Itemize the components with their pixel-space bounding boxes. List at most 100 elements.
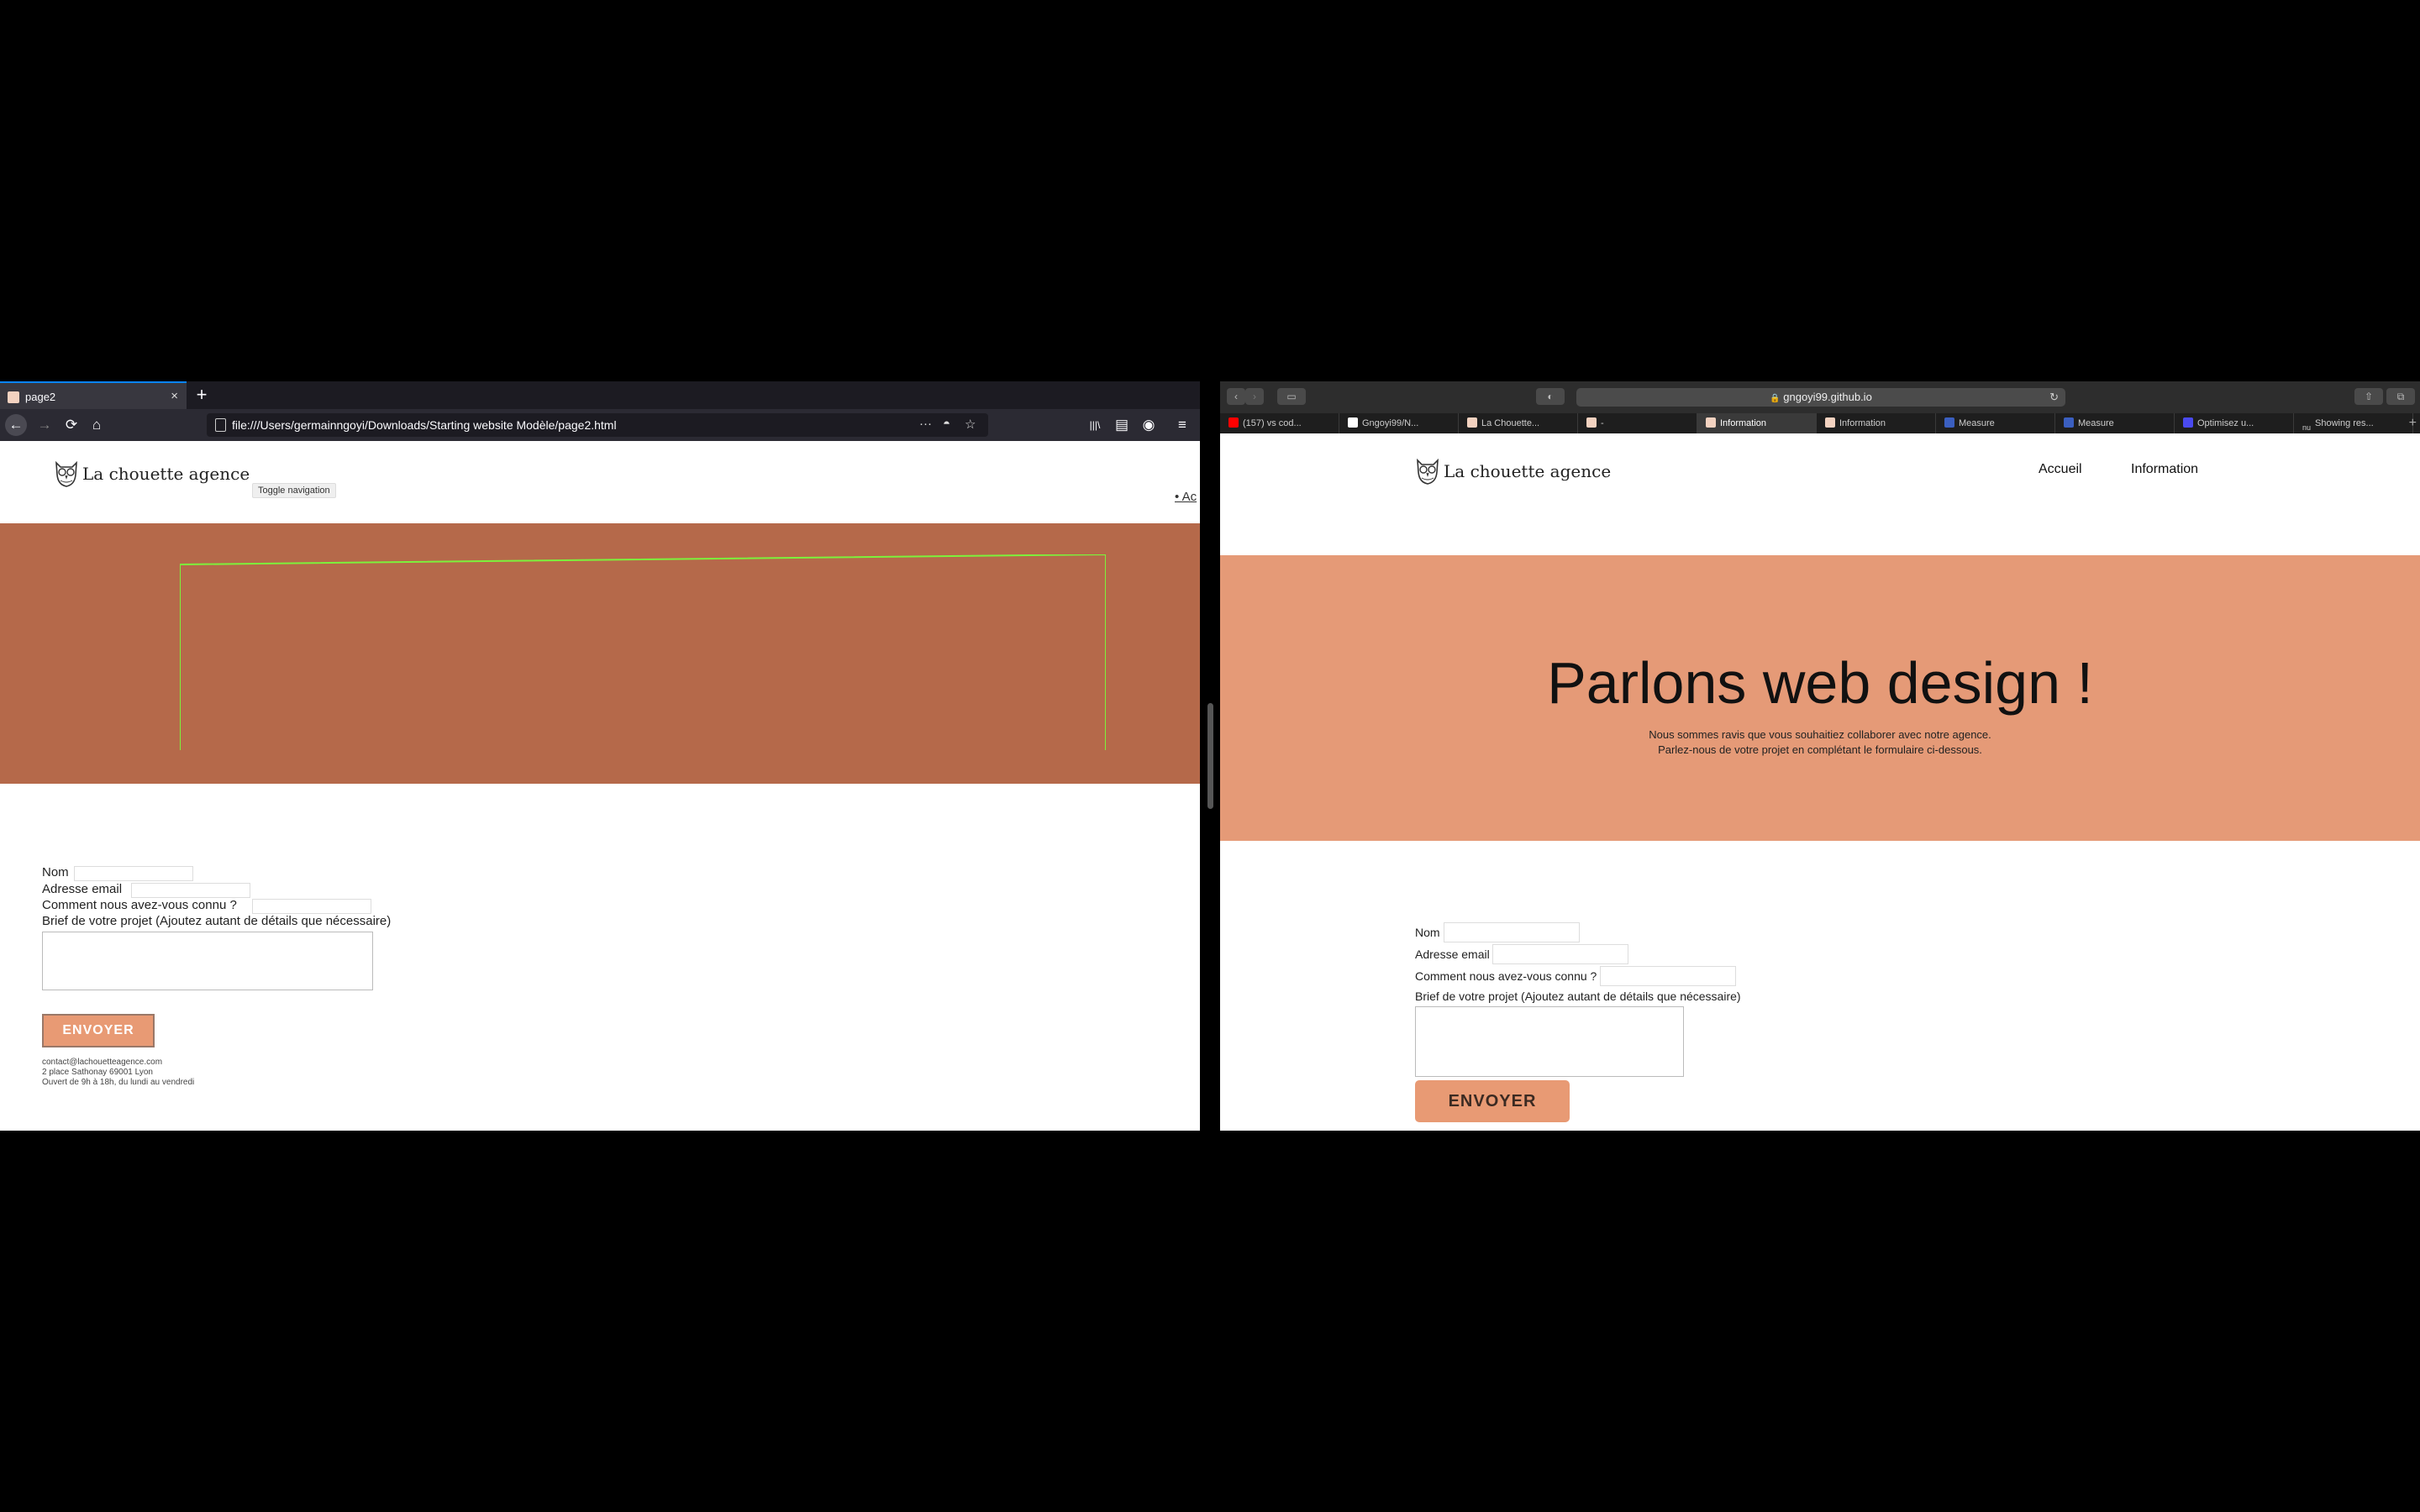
forward-button[interactable]: → [34, 414, 55, 436]
menu-icon[interactable]: ≡ [1171, 414, 1193, 436]
safari-toolbar: ‹ › ▭ ◐ 🔒 gngoyi99.github.io ↻ ⇧ ⧉ [1220, 381, 2420, 413]
safari-tab[interactable]: - [1578, 413, 1697, 433]
page-content: La chouette agence Accueil Information P… [1220, 433, 2420, 1131]
tab-label: Measure [1959, 418, 1995, 428]
brief-textarea[interactable] [1415, 1006, 1684, 1077]
nav-toolbar: ← → ⟳ ⌂ file:///Users/germainngoyi/Downl… [0, 409, 1200, 441]
email-label: Adresse email [1415, 948, 1490, 961]
name-input[interactable] [74, 866, 193, 881]
hero-section: Parlons web design ! Nous sommes ravis q… [1220, 555, 2420, 841]
tab-label: Gngoyi99/N... [1362, 418, 1419, 428]
tab-favicon-icon [2183, 417, 2193, 428]
tab-favicon-icon [1825, 417, 1835, 428]
selection-outline [180, 554, 1106, 750]
new-tab-button[interactable]: + [192, 384, 212, 406]
more-icon[interactable]: ··· [919, 417, 932, 431]
tab-favicon-icon [8, 391, 19, 403]
account-icon[interactable]: ◉ [1138, 414, 1160, 436]
footer-email[interactable]: contact@lachouetteagence.com [42, 1058, 194, 1068]
tab-label: (157) vs cod... [1243, 418, 1302, 428]
brief-label: Brief de votre projet (Ajoutez autant de… [42, 914, 392, 928]
split-view-divider[interactable] [1207, 703, 1213, 809]
source-input[interactable] [252, 899, 371, 914]
tab-favicon-icon [1944, 417, 1954, 428]
pocket-icon[interactable]: ◓ [943, 417, 950, 431]
safari-tab[interactable]: Information [1697, 413, 1817, 433]
footer-address: 2 place Sathonay 69001 Lyon [42, 1068, 153, 1077]
back-button[interactable]: ← [5, 414, 27, 436]
page-icon [215, 418, 226, 432]
tab-favicon-icon [1586, 417, 1597, 428]
site-logo[interactable] [1415, 457, 1440, 490]
sidebar-icon[interactable]: ▤ [1111, 414, 1133, 436]
privacy-shield-icon[interactable]: ◐ [1536, 388, 1565, 405]
safari-tab[interactable]: Information [1817, 413, 1936, 433]
name-input[interactable] [1444, 922, 1580, 942]
tab-close-icon[interactable]: × [171, 389, 178, 403]
safari-tab[interactable]: La Chouette... [1459, 413, 1578, 433]
url-text: file:///Users/germainngoyi/Downloads/Sta… [232, 418, 617, 432]
email-input[interactable] [1492, 944, 1628, 964]
source-label: Comment nous avez-vous connu ? [1415, 969, 1597, 983]
tab-favicon-icon: nu [2302, 417, 2312, 432]
url-bar[interactable]: file:///Users/germainngoyi/Downloads/Sta… [207, 413, 988, 437]
name-label: Nom [1415, 926, 1440, 939]
owl-logo-icon [55, 460, 77, 487]
brief-label: Brief de votre projet (Ajoutez autant de… [1415, 990, 1741, 1003]
reload-button[interactable]: ⟳ [60, 414, 82, 436]
safari-tab[interactable]: Optimisez u... [2175, 413, 2294, 433]
safari-tab[interactable]: Gngoyi99/N... [1339, 413, 1459, 433]
address-bar[interactable]: 🔒 gngoyi99.github.io ↻ [1576, 388, 2065, 407]
site-logo[interactable] [54, 459, 79, 492]
lock-icon: 🔒 [1770, 394, 1781, 403]
toggle-navigation-button[interactable]: Toggle navigation [252, 483, 336, 498]
share-icon[interactable]: ⇧ [2354, 388, 2383, 405]
nav-link-accueil[interactable]: Accueil [2039, 462, 2082, 477]
address-text: gngoyi99.github.io [1783, 391, 1872, 403]
tab-label: Information [1720, 418, 1767, 428]
safari-tab[interactable]: (157) vs cod... [1220, 413, 1339, 433]
tab-page2[interactable]: page2 × [0, 381, 187, 409]
tab-label: La Chouette... [1481, 418, 1540, 428]
safari-tab[interactable]: nu Showing res... [2294, 413, 2413, 433]
home-button[interactable]: ⌂ [86, 414, 108, 436]
page-content: La chouette agence Toggle navigation • A… [0, 443, 1200, 1131]
bookmark-star-icon[interactable]: ☆ [965, 417, 976, 432]
brief-textarea[interactable] [42, 932, 373, 990]
safari-tab[interactable]: Measure [1936, 413, 2055, 433]
tab-favicon-icon [1467, 417, 1477, 428]
safari-window: ‹ › ▭ ◐ 🔒 gngoyi99.github.io ↻ ⇧ ⧉ nu Sho… [1220, 381, 2420, 1131]
tabs-overview-icon[interactable]: ⧉ [2386, 388, 2415, 405]
hero-banner [0, 523, 1200, 784]
nav-link-information[interactable]: Information [2131, 462, 2198, 477]
new-tab-button[interactable]: + [2409, 413, 2417, 433]
library-icon[interactable]: |||\ [1084, 414, 1106, 436]
safari-tab-bar: nu Showing res... Optimisez u... Measure Mea… [1220, 413, 2420, 433]
tab-favicon-icon [2064, 417, 2074, 428]
tab-favicon-icon [1706, 417, 1716, 428]
tab-label: Showing res... [2315, 418, 2374, 428]
tab-bar: page2 × + [0, 381, 1200, 409]
tab-title: page2 [25, 391, 56, 403]
tab-label: Information [1839, 418, 1886, 428]
submit-button[interactable]: ENVOYER [1415, 1080, 1570, 1122]
reload-icon[interactable]: ↻ [2049, 388, 2059, 407]
nav-link-partial[interactable]: • Ac [1175, 490, 1197, 504]
submit-button[interactable]: ENVOYER [42, 1014, 155, 1047]
hero-subtitle-line2: Parlez-nous de votre projet en complétan… [1658, 743, 1982, 756]
forward-button[interactable]: › [1245, 388, 1264, 405]
hero-subtitle-line1: Nous sommes ravis que vous souhaitiez co… [1649, 728, 1991, 741]
tab-label: Optimisez u... [2197, 418, 2254, 428]
tab-label: - [1601, 418, 1604, 428]
brand-name: La chouette agence [1444, 461, 1612, 481]
hero-title: Parlons web design ! [1547, 650, 2093, 716]
source-label: Comment nous avez-vous connu ? [42, 898, 237, 912]
safari-tab[interactable]: Measure [2055, 413, 2175, 433]
tab-label: Measure [2078, 418, 2114, 428]
email-input[interactable] [131, 883, 250, 898]
tab-favicon-icon [1348, 417, 1358, 428]
source-input[interactable] [1600, 966, 1736, 986]
sidebar-toggle-icon[interactable]: ▭ [1277, 388, 1306, 405]
back-button[interactable]: ‹ [1227, 388, 1245, 405]
footer-hours: Ouvert de 9h à 18h, du lundi au vendredi [42, 1078, 195, 1087]
